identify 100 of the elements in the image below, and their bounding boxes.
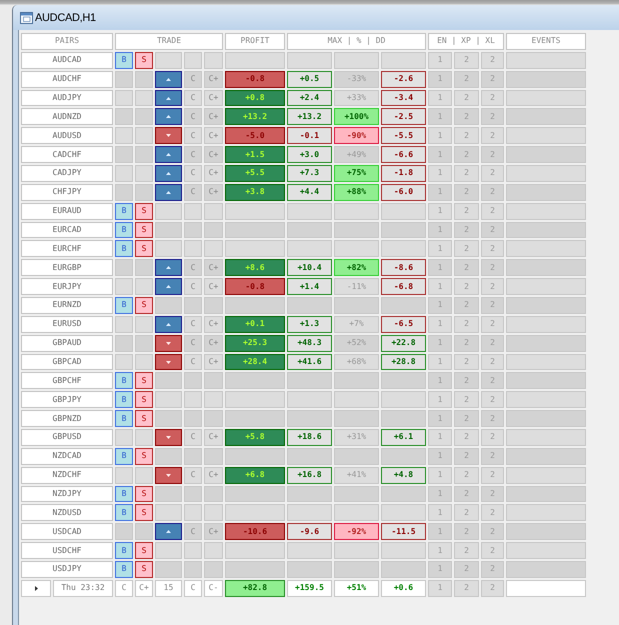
c-plus-button[interactable]: C+ xyxy=(135,580,153,597)
c-plus-button[interactable]: C+ xyxy=(204,146,223,164)
buy-button[interactable]: B xyxy=(115,372,133,390)
sell-button[interactable]: S xyxy=(135,52,153,69)
c-plus-button[interactable]: C+ xyxy=(204,354,223,370)
c-plus-button[interactable]: C+ xyxy=(204,466,223,484)
table-cell xyxy=(225,240,285,258)
direction-button[interactable] xyxy=(155,523,182,540)
buy-button[interactable]: B xyxy=(115,202,133,220)
direction-button[interactable] xyxy=(155,70,182,88)
sell-button[interactable]: S xyxy=(135,222,153,238)
table-cell xyxy=(155,202,182,220)
buy-button[interactable]: B xyxy=(115,240,133,258)
c-plus-button[interactable]: C+ xyxy=(204,278,223,296)
sell-button[interactable]: S xyxy=(135,410,153,428)
triangle-up-icon xyxy=(166,96,171,100)
sell-button[interactable]: S xyxy=(135,486,153,502)
buy-button[interactable]: B xyxy=(115,410,133,428)
c-plus-button[interactable]: C+ xyxy=(204,523,223,540)
sell-button[interactable]: S xyxy=(135,202,153,220)
direction-button[interactable] xyxy=(155,184,182,201)
buy-button[interactable]: B xyxy=(115,222,133,238)
c-plus-button[interactable]: C+ xyxy=(204,259,223,276)
c-button[interactable]: C xyxy=(184,429,202,446)
direction-button[interactable] xyxy=(155,316,182,333)
c-button[interactable]: C xyxy=(184,184,202,201)
max-cell: +4.4 xyxy=(287,184,332,201)
sell-button[interactable]: S xyxy=(135,504,153,522)
max-cell: +0.5 xyxy=(287,70,332,88)
table-cell xyxy=(135,146,153,164)
c-plus-button[interactable]: C+ xyxy=(204,127,223,144)
direction-button[interactable] xyxy=(155,278,182,296)
buy-button[interactable]: B xyxy=(115,297,133,314)
c-button[interactable]: C xyxy=(184,580,202,597)
buy-button[interactable]: B xyxy=(115,448,133,465)
pair-cell: USDCAD xyxy=(21,523,113,540)
direction-button[interactable] xyxy=(155,108,182,126)
c-plus-button[interactable]: C+ xyxy=(204,165,223,182)
c-button[interactable]: C xyxy=(184,334,202,352)
profit-cell: +13.2 xyxy=(225,108,285,126)
c-button[interactable]: C xyxy=(184,70,202,88)
c-minus-button[interactable]: C- xyxy=(204,580,223,597)
buy-button[interactable]: B xyxy=(115,391,133,408)
sell-button[interactable]: S xyxy=(135,542,153,560)
table-cell xyxy=(155,504,182,522)
c-button[interactable]: C xyxy=(184,316,202,333)
direction-button[interactable] xyxy=(155,466,182,484)
c-button[interactable]: C xyxy=(184,354,202,370)
sell-button[interactable]: S xyxy=(135,240,153,258)
c-button[interactable]: C xyxy=(184,466,202,484)
c-button[interactable]: C xyxy=(184,127,202,144)
xp-cell: 2 xyxy=(454,297,479,314)
c-button[interactable]: C xyxy=(184,259,202,276)
sell-button[interactable]: S xyxy=(135,448,153,465)
sell-button[interactable]: S xyxy=(135,391,153,408)
c-plus-button[interactable]: C+ xyxy=(204,429,223,446)
en-cell: 1 xyxy=(428,222,452,238)
c-plus-button[interactable]: C+ xyxy=(204,316,223,333)
direction-button[interactable] xyxy=(155,146,182,164)
pair-cell: EURCAD xyxy=(21,222,113,238)
c-plus-button[interactable]: C+ xyxy=(204,70,223,88)
buy-button[interactable]: B xyxy=(115,504,133,522)
c-button[interactable]: C xyxy=(184,523,202,540)
number-cell: 15 xyxy=(155,580,182,597)
table-cell xyxy=(155,297,182,314)
direction-button[interactable] xyxy=(155,334,182,352)
c-plus-button[interactable]: C+ xyxy=(204,108,223,126)
table-cell xyxy=(155,561,182,578)
c-button[interactable]: C xyxy=(184,108,202,126)
buy-button[interactable]: B xyxy=(115,542,133,560)
max-cell: +13.2 xyxy=(287,108,332,126)
table-cell xyxy=(381,372,426,390)
c-button[interactable]: C xyxy=(115,580,133,597)
direction-button[interactable] xyxy=(155,259,182,276)
table-cell xyxy=(287,202,332,220)
buy-button[interactable]: B xyxy=(115,52,133,69)
xp-cell: 2 xyxy=(454,222,479,238)
percent-cell: +100% xyxy=(334,108,379,126)
drawdown-cell: +28.8 xyxy=(381,354,426,370)
buy-button[interactable]: B xyxy=(115,561,133,578)
c-button[interactable]: C xyxy=(184,146,202,164)
en-cell: 1 xyxy=(428,334,452,352)
sell-button[interactable]: S xyxy=(135,297,153,314)
sell-button[interactable]: S xyxy=(135,561,153,578)
sell-button[interactable]: S xyxy=(135,372,153,390)
c-plus-button[interactable]: C+ xyxy=(204,334,223,352)
buy-button[interactable]: B xyxy=(115,486,133,502)
direction-button[interactable] xyxy=(155,127,182,144)
c-button[interactable]: C xyxy=(184,90,202,106)
pair-cell: AUDCAD xyxy=(21,52,113,69)
c-button[interactable]: C xyxy=(184,165,202,182)
table-cell xyxy=(115,278,133,296)
table-cell xyxy=(334,561,379,578)
c-button[interactable]: C xyxy=(184,278,202,296)
c-plus-button[interactable]: C+ xyxy=(204,184,223,201)
table-cell xyxy=(334,52,379,69)
table-cell xyxy=(115,146,133,164)
c-plus-button[interactable]: C+ xyxy=(204,90,223,106)
direction-button[interactable] xyxy=(155,354,182,370)
direction-button[interactable] xyxy=(155,90,182,106)
